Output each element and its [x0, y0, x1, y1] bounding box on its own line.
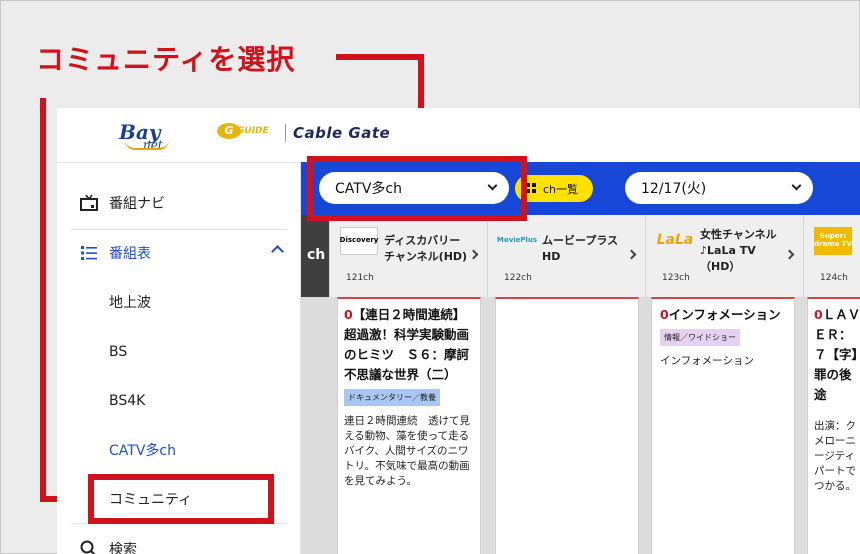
program-title-text: インフォメーション [668, 307, 781, 322]
genre-badge: ドキュメンタリー／教養 [344, 389, 440, 406]
sidebar-item-bs4k[interactable]: BS4K [57, 381, 300, 421]
ch-list-button-label: ch一覧 [543, 182, 579, 196]
channel-header-row: ch Discovery ディスカバリー チャンネル(HD) 121ch Mov… [301, 215, 860, 297]
cable-gate-logo: Cable Gate [293, 124, 391, 142]
chevron-right-icon [468, 249, 479, 260]
program-title: 0【連日２時間連続】超過激！科学実験動画のヒミツ Ｓ６：摩訶不思議な世界（二） [344, 305, 474, 385]
program-start-minute: 0 [660, 307, 669, 322]
search-icon [79, 539, 99, 554]
sidebar-divider [71, 229, 287, 230]
channel-name-line: 女性チャンネル [700, 228, 777, 241]
sidebar-item-label: BS [109, 344, 128, 360]
channel-name: ムービープラス HD [542, 233, 618, 265]
g-guide-logo-text: GUIDE [237, 126, 269, 136]
sidebar-item-bs[interactable]: BS [57, 332, 300, 372]
channel-header-partial-label: ch [307, 247, 326, 263]
program-title-text: 【連日２時間連続】超過激！科学実験動画のヒミツ Ｓ６：摩訶不思議な世界（二） [344, 307, 470, 382]
sidebar-item-terrestrial[interactable]: 地上波 [57, 282, 300, 322]
sidebar-item-navi[interactable]: 番組ナビ [57, 183, 300, 223]
grid-icon [526, 183, 537, 194]
program-title: 0インフォメーション [660, 305, 786, 325]
chevron-right-icon [784, 249, 795, 260]
chevron-down-icon [791, 180, 802, 191]
sidebar-item-label: 番組ナビ [109, 196, 165, 212]
program-start-minute: 0 [344, 307, 353, 322]
channel-header-movieplus[interactable]: MoviePlus ムービープラス HD 122ch [487, 215, 645, 297]
channel-name-line: ディスカバリー [384, 234, 461, 247]
list-icon [79, 243, 99, 263]
movieplus-logo: MoviePlus [496, 236, 538, 245]
chevron-right-icon [626, 249, 637, 260]
program-title: 0ＬＡＶＥＲ：７【字】罪の後途 [814, 305, 860, 405]
callout-label: コミュニティを選択 [36, 43, 296, 76]
program-cell[interactable]: 0【連日２時間連続】超過激！科学実験動画のヒミツ Ｓ６：摩訶不思議な世界（二） … [337, 297, 481, 554]
program-cell[interactable]: 0インフォメーション 情報／ワイドショー インフォメーション [651, 297, 795, 554]
channel-header-discovery[interactable]: Discovery ディスカバリー チャンネル(HD) 121ch [329, 215, 487, 297]
date-select[interactable]: 12/17(火) [625, 172, 813, 204]
channel-name-line: （HD） [700, 260, 741, 273]
g-guide-logo: G GUIDE [217, 123, 277, 141]
lala-logo: LaLa [656, 232, 694, 249]
program-description: 出演：クメローニージティパートでつかる。 [814, 420, 856, 492]
program-description: 連日２時間連続 透けて見える動物、藻を使って走るバイク、人間サイズのニワトリ。不… [344, 415, 470, 487]
channel-name-line: HD [542, 250, 561, 263]
sidebar-item-catv[interactable]: CATV多ch [57, 430, 300, 470]
callout-line-vertical-left [40, 98, 46, 500]
channel-header-superdrama[interactable]: Super! drama TV 124ch [803, 215, 860, 297]
date-select-value: 12/17(火) [641, 181, 707, 197]
sidebar-item-search[interactable]: 検索 [57, 529, 300, 554]
channel-number: 121ch [346, 273, 374, 283]
channel-name-line: ムービープラス [542, 234, 619, 247]
channel-name-line: ♪LaLa TV [700, 244, 756, 257]
logo-separator [285, 124, 286, 142]
sidebar-item-label: 地上波 [109, 295, 151, 311]
program-cell[interactable] [495, 297, 639, 554]
superdrama-logo: Super! drama TV [814, 227, 852, 255]
baynet-logo[interactable]: Bay net [119, 118, 179, 154]
sidebar-item-label: 検索 [109, 542, 137, 554]
program-cell[interactable]: 0ＬＡＶＥＲ：７【字】罪の後途 出演：クメローニージティパートでつかる。 [807, 297, 860, 554]
tv-icon [79, 193, 99, 213]
channel-number: 124ch [820, 273, 848, 283]
callout-line-top [336, 54, 424, 60]
channel-header-lala[interactable]: LaLa 女性チャンネル ♪LaLa TV （HD） 123ch [645, 215, 803, 297]
channel-header-partial[interactable]: ch [301, 215, 329, 297]
highlight-community-item [88, 474, 274, 524]
program-start-minute: 0 [814, 307, 823, 322]
genre-badge: 情報／ワイドショー [660, 329, 740, 346]
sidebar-item-label: CATV多ch [109, 443, 176, 459]
channel-name: 女性チャンネル ♪LaLa TV （HD） [700, 227, 777, 275]
sidebar-item-label: 番組表 [109, 246, 151, 262]
chevron-up-icon[interactable] [271, 245, 284, 258]
sidebar-item-schedule[interactable]: 番組表 [57, 233, 300, 273]
discovery-logo: Discovery [340, 227, 378, 255]
highlight-channel-select [307, 156, 527, 221]
channel-number: 122ch [504, 273, 532, 283]
channel-name-line: チャンネル(HD) [384, 250, 468, 263]
baynet-logo-swoosh [125, 140, 169, 150]
program-description: インフォメーション [660, 355, 754, 367]
channel-number: 123ch [662, 273, 690, 283]
sidebar-item-label: BS4K [109, 393, 146, 409]
channel-name: ディスカバリー チャンネル(HD) [384, 233, 467, 265]
